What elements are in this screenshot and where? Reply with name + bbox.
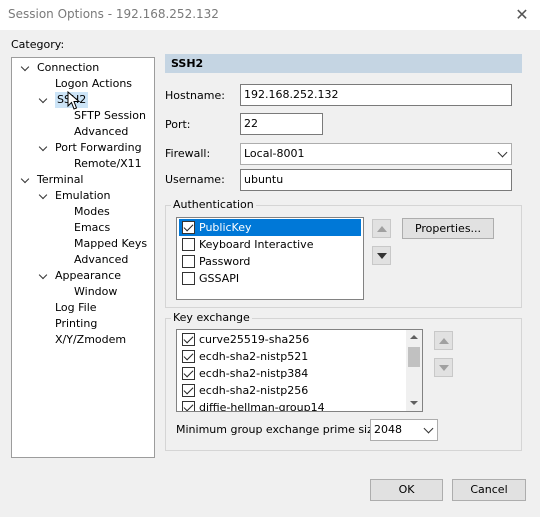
tree-item-printing[interactable]: Printing <box>55 316 97 332</box>
username-label: Username: <box>165 173 225 186</box>
min-prime-select[interactable]: 2048 <box>370 419 438 441</box>
authentication-legend: Authentication <box>171 198 256 212</box>
checkbox-unchecked[interactable] <box>182 237 195 251</box>
vertical-scrollbar[interactable] <box>406 330 422 411</box>
category-tree[interactable]: Connection Logon Actions SSH2 SFTP Sessi… <box>11 57 155 458</box>
chevron-down-icon <box>423 423 434 434</box>
tree-item-connection[interactable]: Connection <box>37 60 99 76</box>
arrow-up-icon <box>377 226 387 232</box>
list-item[interactable]: Password <box>179 253 250 270</box>
tree-item-sftp-session[interactable]: SFTP Session <box>74 108 146 124</box>
scroll-down-icon[interactable] <box>410 401 418 405</box>
tree-item-log-file[interactable]: Log File <box>55 300 97 316</box>
firewall-value: Local-8001 <box>244 147 305 160</box>
tree-item-window[interactable]: Window <box>74 284 117 300</box>
port-input[interactable]: 22 <box>240 113 323 135</box>
title-bar: Session Options - 192.168.252.132 ✕ <box>0 0 540 30</box>
list-item[interactable]: ecdh-sha2-nistp384 <box>179 365 308 382</box>
hostname-input[interactable]: 192.168.252.132 <box>240 84 512 106</box>
checkbox-checked[interactable] <box>182 349 195 363</box>
window-title: Session Options - 192.168.252.132 <box>8 7 219 21</box>
checkbox-checked[interactable] <box>182 332 195 346</box>
close-button[interactable]: ✕ <box>508 4 536 26</box>
arrow-down-icon <box>439 365 449 371</box>
firewall-select[interactable]: Local-8001 <box>240 143 512 165</box>
checkbox-checked[interactable] <box>182 400 195 411</box>
tree-item-modes[interactable]: Modes <box>74 204 110 220</box>
mouse-cursor-icon <box>67 91 81 110</box>
move-down-button[interactable] <box>372 246 391 265</box>
category-label: Category: <box>11 38 65 51</box>
list-item[interactable]: curve25519-sha256 <box>179 331 309 348</box>
cancel-button[interactable]: Cancel <box>452 479 526 501</box>
key-exchange-legend: Key exchange <box>171 311 252 325</box>
chevron-down-icon[interactable] <box>38 96 48 106</box>
checkbox-unchecked[interactable] <box>182 271 195 285</box>
list-item[interactable]: ecdh-sha2-nistp521 <box>179 348 308 365</box>
chevron-down-icon[interactable] <box>38 144 48 154</box>
tree-item-emulation[interactable]: Emulation <box>55 188 111 204</box>
firewall-label: Firewall: <box>165 147 211 160</box>
hostname-label: Hostname: <box>165 89 225 102</box>
section-header: SSH2 <box>165 54 522 73</box>
tree-item-logon-actions[interactable]: Logon Actions <box>55 76 132 92</box>
tree-item-port-forwarding[interactable]: Port Forwarding <box>55 140 142 156</box>
tree-item-advanced[interactable]: Advanced <box>74 124 128 140</box>
arrow-up-icon <box>439 338 449 344</box>
checkbox-checked[interactable] <box>182 383 195 397</box>
min-prime-label: Minimum group exchange prime size: <box>176 423 384 436</box>
list-item[interactable]: Keyboard Interactive <box>179 236 313 253</box>
arrow-down-icon <box>377 253 387 259</box>
list-item[interactable]: diffie-hellman-group14 <box>179 399 325 411</box>
chevron-down-icon[interactable] <box>38 272 48 282</box>
scrollbar-thumb[interactable] <box>408 347 420 367</box>
tree-item-mapped-keys[interactable]: Mapped Keys <box>74 236 147 252</box>
key-exchange-list[interactable]: curve25519-sha256 ecdh-sha2-nistp521 ecd… <box>176 329 423 412</box>
ok-button[interactable]: OK <box>370 479 443 501</box>
tree-item-advanced[interactable]: Advanced <box>74 252 128 268</box>
username-input[interactable]: ubuntu <box>240 169 512 191</box>
chevron-down-icon[interactable] <box>38 192 48 202</box>
min-prime-value: 2048 <box>374 423 402 436</box>
tree-item-appearance[interactable]: Appearance <box>55 268 121 284</box>
chevron-down-icon[interactable] <box>20 64 30 74</box>
checkbox-checked[interactable] <box>182 366 195 380</box>
checkbox-unchecked[interactable] <box>182 254 195 268</box>
chevron-down-icon <box>497 147 508 158</box>
move-up-button[interactable] <box>434 331 453 350</box>
list-item[interactable]: GSSAPI <box>179 270 239 287</box>
tree-item-xyzmodem[interactable]: X/Y/Zmodem <box>55 332 126 348</box>
checkbox-checked[interactable] <box>182 220 195 234</box>
scroll-up-icon[interactable] <box>410 335 418 339</box>
port-label: Port: <box>165 118 191 131</box>
tree-item-terminal[interactable]: Terminal <box>37 172 84 188</box>
list-item[interactable]: PublicKey <box>179 219 361 236</box>
properties-button[interactable]: Properties... <box>402 218 494 239</box>
tree-item-remote-x11[interactable]: Remote/X11 <box>74 156 142 172</box>
tree-item-emacs[interactable]: Emacs <box>74 220 110 236</box>
list-item[interactable]: ecdh-sha2-nistp256 <box>179 382 308 399</box>
move-up-button[interactable] <box>372 219 391 238</box>
chevron-down-icon[interactable] <box>20 176 30 186</box>
move-down-button[interactable] <box>434 358 453 377</box>
close-icon: ✕ <box>515 5 529 24</box>
authentication-list[interactable]: PublicKey Keyboard Interactive Password … <box>176 217 364 300</box>
